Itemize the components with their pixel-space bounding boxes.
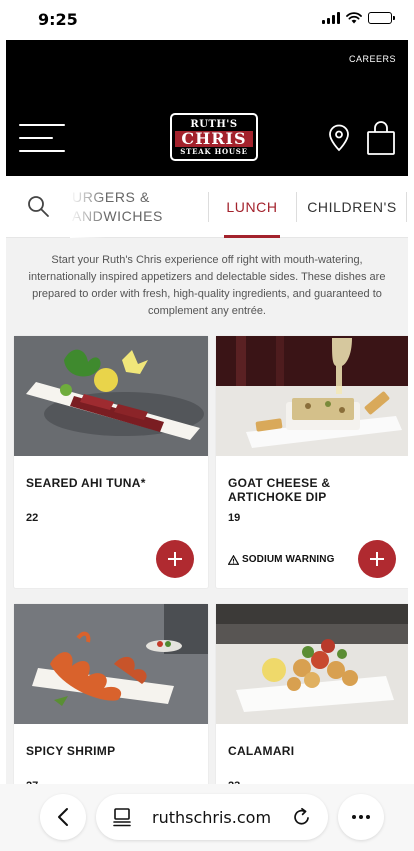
menu-item-name: SEARED AHI TUNA* (26, 476, 146, 490)
menu-card-goat-cheese-artichoke-dip[interactable]: GOAT CHEESE & ARTICHOKE DIP 19 SODIUM WA… (216, 336, 408, 588)
signal-icon (322, 12, 340, 24)
menu-item-name: CALAMARI (228, 744, 295, 758)
tab-childrens[interactable]: CHILDREN'S (296, 176, 408, 238)
menu-item-name: SPICY SHRIMP (26, 744, 116, 758)
location-pin-icon[interactable] (328, 124, 350, 152)
goat-cheese-dip-photo[interactable] (216, 336, 408, 456)
back-button[interactable] (40, 794, 86, 840)
status-time: 9:25 (38, 10, 78, 29)
menu-item-price: 22 (26, 512, 39, 524)
menu-intro: Start your Ruth's Chris experience off r… (28, 254, 386, 317)
menu-item-price: 19 (228, 512, 241, 524)
plus-icon (168, 552, 182, 566)
reload-icon[interactable] (292, 807, 312, 827)
site-header: CAREERS RUTH'S CHRIS STEAK HOUSE (6, 40, 408, 176)
careers-link[interactable]: CAREERS (349, 54, 396, 64)
shopping-bag-icon[interactable] (366, 120, 396, 156)
category-tabs: URGERS & ANDWICHES LUNCH CHILDREN'S (68, 176, 408, 238)
address-bar[interactable]: ruthschris.com (96, 794, 328, 840)
browser-toolbar: ruthschris.com (0, 784, 414, 851)
plus-icon (370, 552, 384, 566)
add-to-order-button[interactable] (358, 540, 396, 578)
status-icons (322, 12, 395, 24)
menu-card-calamari[interactable]: CALAMARI 23 (216, 604, 408, 784)
logo-line-1: RUTH'S (190, 118, 238, 130)
calamari-photo[interactable] (216, 604, 408, 724)
status-bar: 9:25 (0, 0, 414, 40)
reader-mode-icon[interactable] (112, 807, 132, 827)
add-to-order-button[interactable] (156, 540, 194, 578)
sodium-warning-label: SODIUM WARNING (242, 554, 335, 565)
menu-main: Start your Ruth's Chris experience off r… (6, 238, 408, 784)
logo-line-2: CHRIS (175, 130, 253, 147)
chevron-left-icon (58, 808, 68, 826)
logo-line-3: STEAK HOUSE (180, 146, 248, 156)
wifi-icon (346, 12, 362, 24)
menu-item-name: GOAT CHEESE & ARTICHOKE DIP (228, 476, 331, 504)
tab-burgers-sandwiches[interactable]: URGERS & ANDWICHES (70, 176, 202, 238)
warning-triangle-icon (228, 554, 239, 565)
spicy-shrimp-photo[interactable] (14, 604, 208, 724)
tab-divider (406, 192, 407, 222)
ruths-chris-logo[interactable]: RUTH'S CHRIS STEAK HOUSE (170, 113, 258, 161)
hamburger-icon[interactable] (19, 124, 65, 154)
tab-lunch[interactable]: LUNCH (208, 176, 296, 238)
more-icon[interactable] (338, 794, 384, 840)
seared-ahi-tuna-photo[interactable] (14, 336, 208, 456)
search-icon[interactable] (26, 194, 50, 218)
sodium-warning: SODIUM WARNING (228, 554, 335, 565)
menu-card-spicy-shrimp[interactable]: SPICY SHRIMP 27 (14, 604, 208, 784)
battery-icon (368, 12, 395, 24)
url-text: ruthschris.com (152, 808, 272, 827)
category-nav: URGERS & ANDWICHES LUNCH CHILDREN'S (6, 176, 408, 238)
menu-card-seared-ahi-tuna[interactable]: SEARED AHI TUNA* 22 (14, 336, 208, 588)
